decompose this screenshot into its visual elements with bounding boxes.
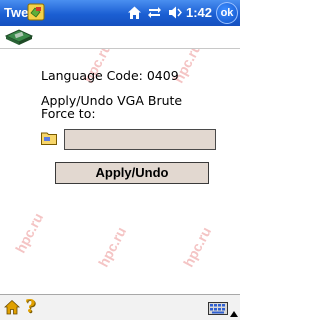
home-icon[interactable] [127,5,142,20]
bottom-bar: ? [0,294,240,320]
folder-icon[interactable] [41,131,57,145]
connectivity-icon[interactable] [147,5,162,20]
ok-button[interactable]: ok [216,2,238,24]
volume-icon[interactable] [168,5,183,20]
settings-icon [4,27,34,47]
clock[interactable]: 1:42 [186,5,212,21]
language-code-text: Language Code: 0409 [41,68,179,83]
path-field[interactable] [64,129,216,150]
apply-description-line2: Force to: [41,106,96,121]
watermark: hpc.ru [180,224,215,270]
watermark: hpc.ru [12,210,47,256]
home-icon[interactable] [3,299,21,315]
help-icon[interactable]: ? [25,297,39,317]
header-strip [0,26,240,49]
apply-undo-button[interactable]: Apply/Undo [55,162,209,184]
title-bar: Twe 1:42 ok [0,0,240,26]
keyboard-icon[interactable] [208,300,228,315]
arrow-up-icon[interactable] [230,304,238,317]
app-title[interactable]: Twe [4,5,28,21]
watermark: hpc.ru [95,224,130,270]
app-icon[interactable] [27,3,45,21]
